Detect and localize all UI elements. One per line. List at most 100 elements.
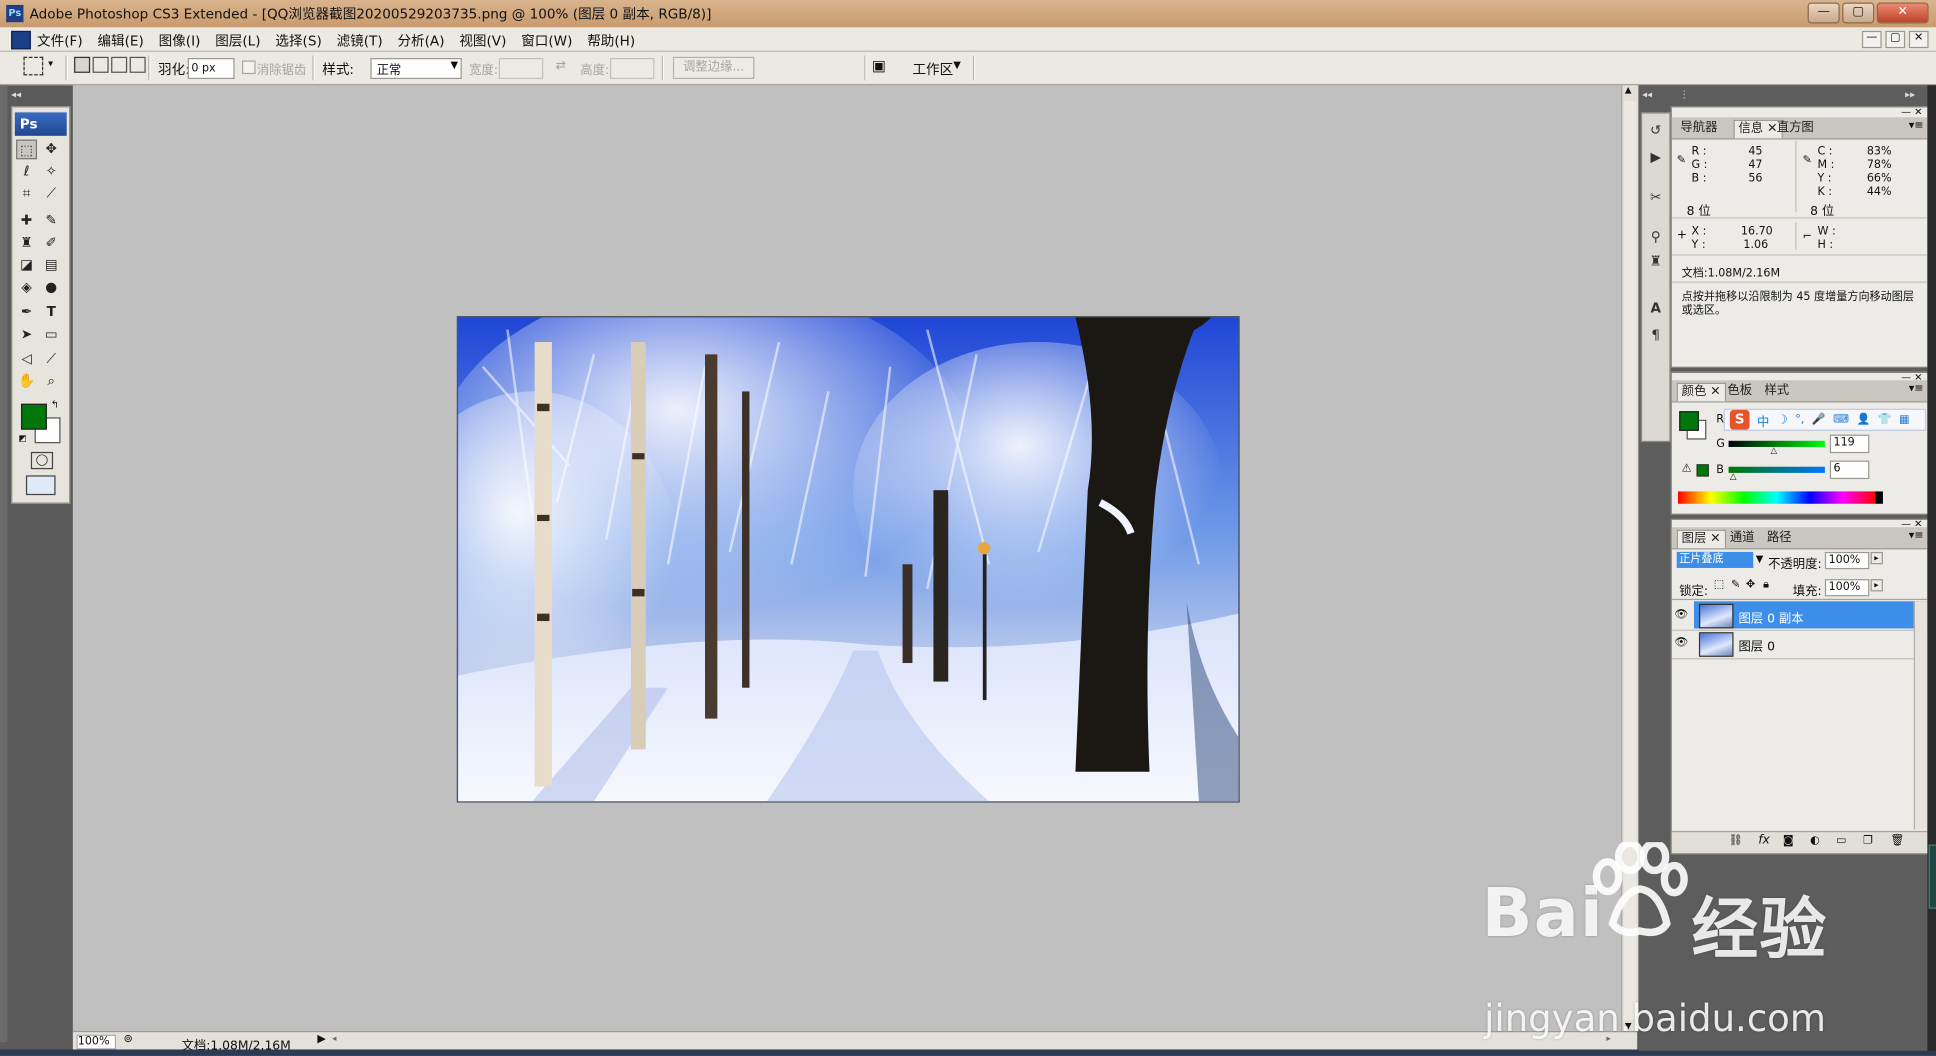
hand-tool-icon[interactable]: ✋ <box>16 372 37 392</box>
dock-grip-icon[interactable]: ⋮ <box>1679 89 1689 100</box>
zoom-tool-icon[interactable]: ⌕ <box>41 372 62 392</box>
new-selection-icon[interactable] <box>74 56 91 73</box>
healing-brush-tool-icon[interactable]: ✚ <box>16 211 37 231</box>
tab-paths[interactable]: 路径 <box>1763 530 1795 547</box>
menu-layer[interactable]: 图层(L) <box>215 31 260 51</box>
style-select[interactable]: 正常 ▼ <box>370 58 462 80</box>
fx-icon[interactable]: fx <box>1758 833 1770 847</box>
b-slider-thumb-icon[interactable]: △ <box>1730 472 1737 482</box>
eye-icon[interactable]: 👁︎ <box>1674 637 1689 652</box>
menu-help[interactable]: 帮助(H) <box>587 31 635 51</box>
b-value-input[interactable]: 6 <box>1829 460 1870 480</box>
type-tool-icon[interactable]: T <box>41 303 62 323</box>
blend-mode-dropdown-icon[interactable]: ▼ <box>1756 553 1764 564</box>
hscroll-left-icon[interactable]: ◂ <box>332 1033 336 1043</box>
quick-mask-icon[interactable]: ◯ <box>30 451 54 470</box>
opacity-slider-arrow-icon[interactable]: ▸ <box>1870 551 1883 565</box>
minimize-button[interactable]: — <box>1807 2 1840 24</box>
dodge-tool-icon[interactable]: ● <box>41 278 62 298</box>
menu-edit[interactable]: 编辑(E) <box>97 31 143 51</box>
add-selection-icon[interactable] <box>92 56 109 73</box>
layer-row[interactable]: 图层 0 副本 <box>1694 601 1928 629</box>
b-slider-track[interactable] <box>1728 466 1825 473</box>
gradient-tool-icon[interactable]: ▤ <box>41 256 62 276</box>
paragraph-panel-icon[interactable]: ¶ <box>1646 326 1666 346</box>
collapse-toolbox-icon[interactable]: ◂◂ <box>11 89 21 100</box>
path-selection-tool-icon[interactable]: ➤ <box>16 325 37 345</box>
menu-file[interactable]: 文件(F) <box>37 31 83 51</box>
folder-icon[interactable]: ▭ <box>1836 835 1847 847</box>
side-widget[interactable] <box>1928 844 1936 909</box>
blend-mode-select[interactable]: 正片叠底 <box>1676 551 1754 568</box>
layer-row[interactable]: 图层 0 <box>1694 630 1927 657</box>
actions-panel-icon[interactable]: ▶ <box>1646 148 1666 168</box>
status-preview-icon[interactable]: ⊚ <box>123 1033 132 1045</box>
eyedropper-tool-icon[interactable]: ⟋ <box>41 349 62 369</box>
toolbox-ps-badge[interactable]: Ps <box>14 112 67 136</box>
document-menu-icon[interactable] <box>11 30 31 50</box>
fill-slider-arrow-icon[interactable]: ▸ <box>1870 579 1883 592</box>
doc-minimize-button[interactable]: — <box>1861 30 1882 49</box>
shape-tool-icon[interactable]: ▭ <box>41 325 62 345</box>
clone-stamp-tool-icon[interactable]: ♜ <box>16 233 37 253</box>
scroll-down-icon[interactable]: ▼ <box>1625 1021 1632 1031</box>
notes-tool-icon[interactable]: ◁ <box>16 349 37 369</box>
menu-filter[interactable]: 滤镜(T) <box>337 31 383 51</box>
gamut-swatch[interactable] <box>1696 464 1709 477</box>
lock-position-icon[interactable]: ✥ <box>1746 579 1755 591</box>
bridge-icon[interactable]: ▣ <box>872 57 894 74</box>
ime-user-icon[interactable]: 👤 <box>1856 414 1870 426</box>
color-panel-fg-swatch[interactable] <box>1679 411 1699 431</box>
history-brush-tool-icon[interactable]: ✐ <box>41 233 62 253</box>
workspace-button[interactable]: 工作区 <box>912 59 953 79</box>
ime-punct-icon[interactable]: °, <box>1795 414 1804 426</box>
panel-minimize-icon[interactable]: — ✕ <box>1901 106 1922 117</box>
lasso-tool-icon[interactable]: ℓ <box>16 162 37 182</box>
lock-pixels-icon[interactable]: ✎ <box>1731 579 1740 591</box>
trash-icon[interactable]: 🗑︎ <box>1890 835 1904 847</box>
link-icon[interactable]: ⛓ <box>1729 835 1743 847</box>
layer-visibility-0[interactable]: 👁︎ <box>1672 603 1692 630</box>
sogou-ime-icon[interactable]: S <box>1729 409 1750 430</box>
marquee-preset-icon[interactable] <box>23 56 44 76</box>
status-menu-arrow-icon[interactable]: ▶ <box>317 1033 326 1045</box>
lock-transparency-icon[interactable]: ⬚ <box>1714 579 1725 591</box>
brush-tool-icon[interactable]: ✎ <box>41 211 62 231</box>
crop-tool-icon[interactable]: ⌗ <box>16 184 37 204</box>
hscroll-right-icon[interactable]: ▸ <box>1606 1033 1610 1043</box>
g-value-input[interactable]: 119 <box>1829 434 1870 454</box>
character-panel-icon[interactable]: A <box>1646 299 1666 319</box>
gamut-warning-icon[interactable]: ⚠ <box>1682 463 1692 475</box>
swap-icon[interactable]: ⇄ <box>556 59 566 73</box>
document-image[interactable] <box>456 316 1240 803</box>
history-panel-icon[interactable]: ↺ <box>1646 121 1666 141</box>
panel-menu-icon[interactable]: ▾≡ <box>1909 530 1924 542</box>
magic-wand-tool-icon[interactable]: ✧ <box>41 162 62 182</box>
lock-all-icon[interactable]: 🔒︎ <box>1763 579 1769 591</box>
swap-colors-icon[interactable]: ↰ <box>51 399 59 410</box>
ime-keyboard-icon[interactable]: ⌨ <box>1833 414 1849 426</box>
spectrum-black[interactable] <box>1875 491 1883 504</box>
tab-navigator[interactable]: 导航器 <box>1677 120 1721 137</box>
eraser-tool-icon[interactable]: ◪ <box>16 256 37 276</box>
expand-dock-icon[interactable]: ▸▸ <box>1905 89 1915 100</box>
close-button[interactable]: ✕ <box>1876 2 1929 24</box>
intersect-selection-icon[interactable] <box>129 56 146 73</box>
menu-window[interactable]: 窗口(W) <box>521 31 572 51</box>
menu-image[interactable]: 图像(I) <box>159 31 201 51</box>
fill-input[interactable]: 100% <box>1824 579 1870 597</box>
scroll-up-icon[interactable]: ▲ <box>1625 85 1632 95</box>
menu-view[interactable]: 视图(V) <box>459 31 506 51</box>
ime-toolbox-icon[interactable]: ▦ <box>1899 414 1910 426</box>
menu-select[interactable]: 选择(S) <box>275 31 321 51</box>
feather-input[interactable]: 0 px <box>187 58 235 80</box>
scrollbar-thumb[interactable] <box>1623 101 1636 1020</box>
menu-analysis[interactable]: 分析(A) <box>397 31 444 51</box>
rect-marquee-tool-icon[interactable]: ⬚ <box>16 139 38 160</box>
eyedropper-icon[interactable]: ✎ <box>1677 154 1686 166</box>
slice-tool-icon[interactable]: ⟋ <box>41 184 62 204</box>
ime-skin-icon[interactable]: 👕 <box>1878 414 1892 426</box>
tool-presets-icon[interactable]: ✂ <box>1646 188 1666 208</box>
clone-source-icon[interactable]: ♜ <box>1646 252 1666 272</box>
height-input[interactable] <box>609 58 655 80</box>
